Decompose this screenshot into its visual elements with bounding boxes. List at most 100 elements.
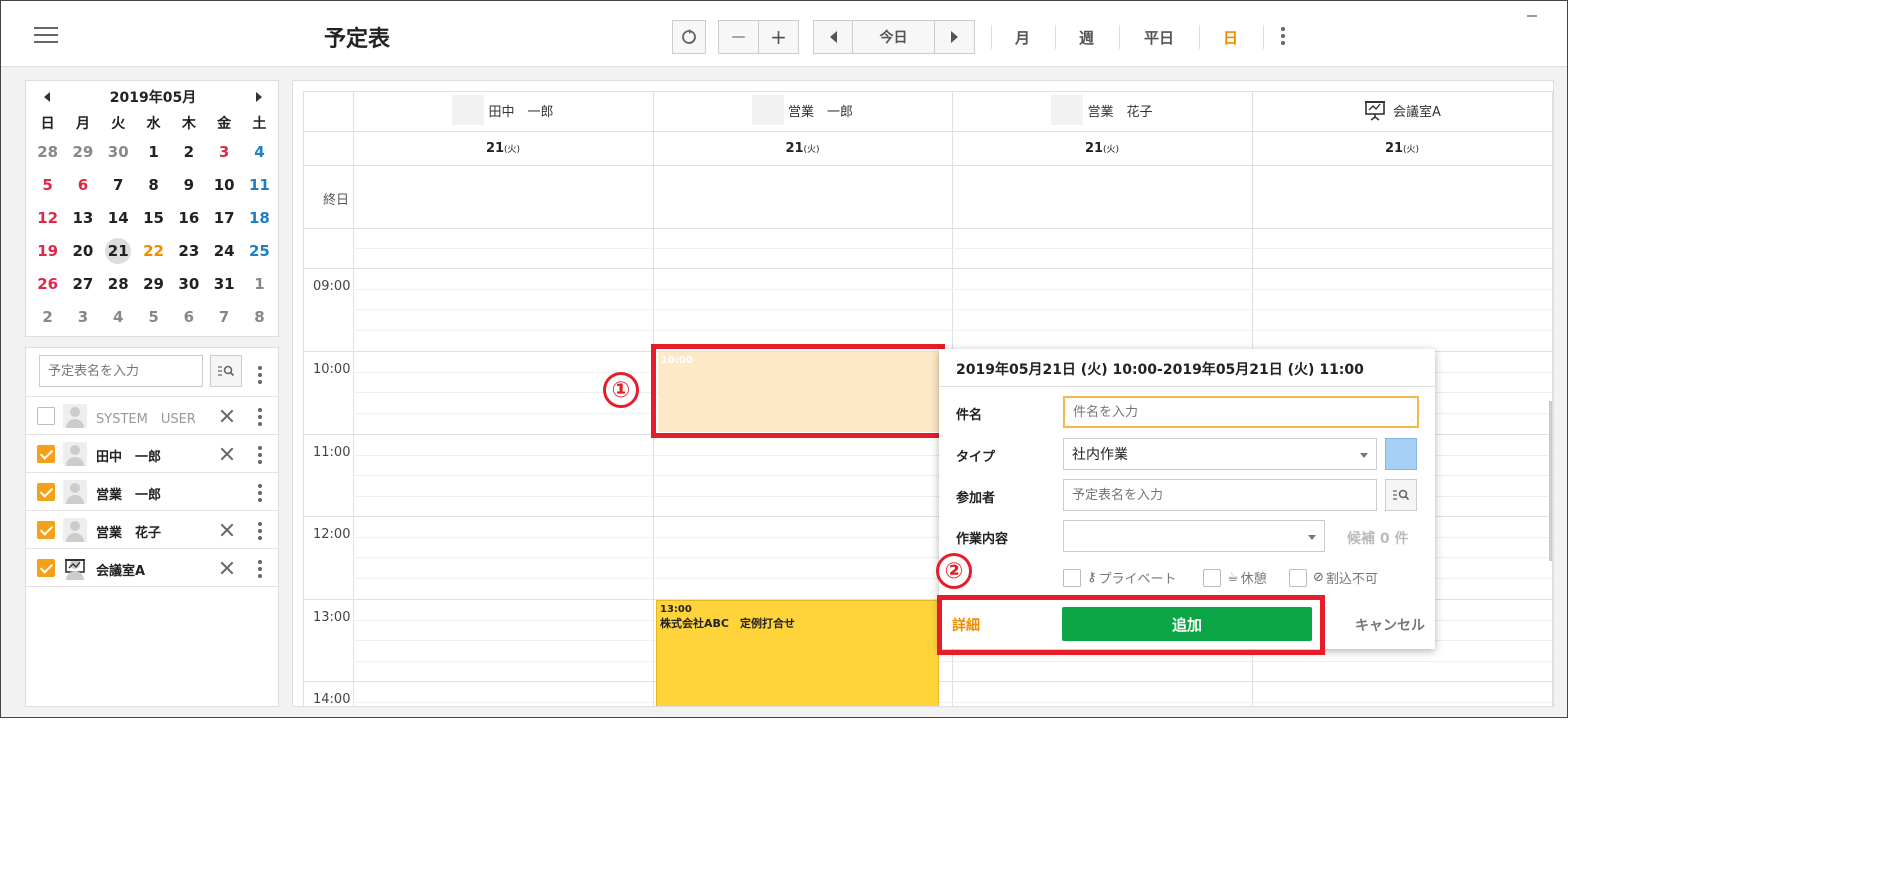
participants-search-button[interactable] bbox=[1385, 479, 1417, 511]
mini-calendar-day[interactable]: 30 bbox=[171, 267, 206, 300]
resource-search-input[interactable] bbox=[39, 355, 203, 387]
private-option[interactable]: ⚷ プライベート bbox=[1063, 568, 1177, 587]
mini-calendar-day[interactable]: 26 bbox=[30, 267, 65, 300]
mini-calendar-day[interactable]: 31 bbox=[206, 267, 241, 300]
resource-row[interactable]: 営業 一郎 bbox=[26, 472, 278, 510]
remove-icon[interactable] bbox=[220, 561, 234, 575]
break-option[interactable]: ☕ 休憩 bbox=[1203, 568, 1267, 587]
column-header[interactable]: 田中 一郎 bbox=[353, 95, 653, 125]
mini-calendar-day[interactable]: 6 bbox=[65, 168, 100, 201]
zoom-in-button[interactable]: + bbox=[758, 20, 799, 54]
mini-calendar-day[interactable]: 2 bbox=[171, 135, 206, 168]
remove-icon[interactable] bbox=[220, 447, 234, 461]
mini-calendar-day[interactable]: 21 bbox=[101, 234, 136, 267]
resource-checkbox[interactable] bbox=[37, 521, 55, 539]
mini-calendar-day[interactable]: 1 bbox=[136, 135, 171, 168]
mini-calendar-day[interactable]: 23 bbox=[171, 234, 206, 267]
mini-calendar-day[interactable]: 15 bbox=[136, 201, 171, 234]
mini-calendar-day[interactable]: 30 bbox=[101, 135, 136, 168]
mini-calendar-day[interactable]: 5 bbox=[136, 300, 171, 333]
scrollbar[interactable] bbox=[1549, 401, 1552, 561]
resource-row[interactable]: 会議室A bbox=[26, 548, 278, 586]
tab-month[interactable]: 月 bbox=[1015, 27, 1030, 48]
column-date: 21(火) bbox=[1252, 141, 1552, 156]
column-header[interactable]: 会議室A bbox=[1252, 95, 1552, 125]
mini-calendar-day[interactable]: 18 bbox=[242, 201, 277, 234]
tab-weekdays[interactable]: 平日 bbox=[1144, 27, 1174, 48]
mini-calendar-day[interactable]: 14 bbox=[101, 201, 136, 234]
mini-calendar-day[interactable]: 28 bbox=[30, 135, 65, 168]
mini-calendar-day[interactable]: 16 bbox=[171, 201, 206, 234]
next-month-icon[interactable] bbox=[256, 92, 262, 102]
tab-week[interactable]: 週 bbox=[1079, 27, 1094, 48]
mini-calendar-day[interactable]: 6 bbox=[171, 300, 206, 333]
mini-calendar-day[interactable]: 12 bbox=[30, 201, 65, 234]
resource-options-icon[interactable] bbox=[258, 366, 262, 384]
no-interrupt-option[interactable]: ⊘ 割込不可 bbox=[1289, 568, 1378, 587]
today-button[interactable]: 今日 bbox=[852, 20, 935, 54]
mini-calendar-day[interactable]: 11 bbox=[242, 168, 277, 201]
mini-calendar-day[interactable]: 7 bbox=[206, 300, 241, 333]
mini-calendar-day[interactable]: 19 bbox=[30, 234, 65, 267]
zoom-out-button[interactable]: — bbox=[718, 20, 759, 54]
mini-calendar-day[interactable]: 2 bbox=[30, 300, 65, 333]
resource-checkbox[interactable] bbox=[37, 483, 55, 501]
minimize-icon[interactable] bbox=[1527, 15, 1537, 17]
resource-row[interactable]: 営業 花子 bbox=[26, 510, 278, 548]
next-day-button[interactable] bbox=[934, 20, 975, 54]
mini-calendar-day[interactable]: 20 bbox=[65, 234, 100, 267]
type-color-swatch[interactable] bbox=[1385, 438, 1417, 470]
mini-calendar-day[interactable]: 29 bbox=[65, 135, 100, 168]
mini-calendar-day[interactable]: 22 bbox=[136, 234, 171, 267]
event-block[interactable]: 13:00 株式会社ABC 定例打合せ bbox=[656, 600, 939, 706]
resource-row[interactable]: 田中 一郎 bbox=[26, 434, 278, 472]
column-header[interactable]: 営業 花子 bbox=[952, 95, 1252, 125]
mini-calendar-day[interactable]: 17 bbox=[206, 201, 241, 234]
no-interrupt-checkbox[interactable] bbox=[1289, 568, 1307, 587]
cancel-button[interactable]: キャンセル bbox=[1355, 615, 1425, 635]
type-select[interactable]: 社内作業 bbox=[1063, 438, 1377, 470]
subject-input[interactable] bbox=[1063, 396, 1419, 428]
mini-calendar-day[interactable]: 29 bbox=[136, 267, 171, 300]
remove-icon[interactable] bbox=[220, 409, 234, 423]
mini-calendar-day[interactable]: 8 bbox=[242, 300, 277, 333]
refresh-button[interactable] bbox=[672, 20, 706, 54]
row-options-icon[interactable] bbox=[258, 446, 262, 464]
row-options-icon[interactable] bbox=[258, 560, 262, 578]
hamburger-menu-icon[interactable] bbox=[34, 27, 58, 45]
mini-calendar-day[interactable]: 24 bbox=[206, 234, 241, 267]
work-content-select[interactable] bbox=[1063, 520, 1325, 552]
tab-day[interactable]: 日 bbox=[1223, 27, 1238, 48]
mini-calendar-day[interactable]: 4 bbox=[242, 135, 277, 168]
mini-calendar-day[interactable]: 8 bbox=[136, 168, 171, 201]
mini-calendar-day[interactable]: 28 bbox=[101, 267, 136, 300]
mini-calendar-day[interactable]: 1 bbox=[242, 267, 277, 300]
mini-calendar-day[interactable]: 27 bbox=[65, 267, 100, 300]
row-options-icon[interactable] bbox=[258, 484, 262, 502]
prev-day-button[interactable] bbox=[813, 20, 853, 54]
resource-checkbox[interactable] bbox=[37, 407, 55, 425]
mini-calendar-day[interactable]: 7 bbox=[101, 168, 136, 201]
column-header[interactable]: 営業 一郎 bbox=[653, 95, 952, 125]
more-options-icon[interactable] bbox=[1280, 27, 1286, 45]
row-options-icon[interactable] bbox=[258, 522, 262, 540]
mini-calendar-day[interactable]: 5 bbox=[30, 168, 65, 201]
participants-input[interactable] bbox=[1063, 479, 1377, 511]
row-options-icon[interactable] bbox=[258, 408, 262, 426]
mini-calendar-day[interactable]: 3 bbox=[206, 135, 241, 168]
mini-calendar-day[interactable]: 13 bbox=[65, 201, 100, 234]
avatar bbox=[452, 95, 485, 125]
avatar bbox=[751, 95, 784, 125]
resource-checkbox[interactable] bbox=[37, 559, 55, 577]
mini-calendar-day[interactable]: 9 bbox=[171, 168, 206, 201]
mini-calendar-day[interactable]: 3 bbox=[65, 300, 100, 333]
remove-icon[interactable] bbox=[220, 523, 234, 537]
break-checkbox[interactable] bbox=[1203, 568, 1221, 587]
resource-row[interactable]: SYSTEM USER bbox=[26, 396, 278, 434]
resource-search-button[interactable] bbox=[210, 355, 242, 387]
mini-calendar-day[interactable]: 25 bbox=[242, 234, 277, 267]
mini-calendar-day[interactable]: 10 bbox=[206, 168, 241, 201]
mini-calendar-day[interactable]: 4 bbox=[101, 300, 136, 333]
resource-checkbox[interactable] bbox=[37, 445, 55, 463]
private-checkbox[interactable] bbox=[1063, 568, 1081, 587]
